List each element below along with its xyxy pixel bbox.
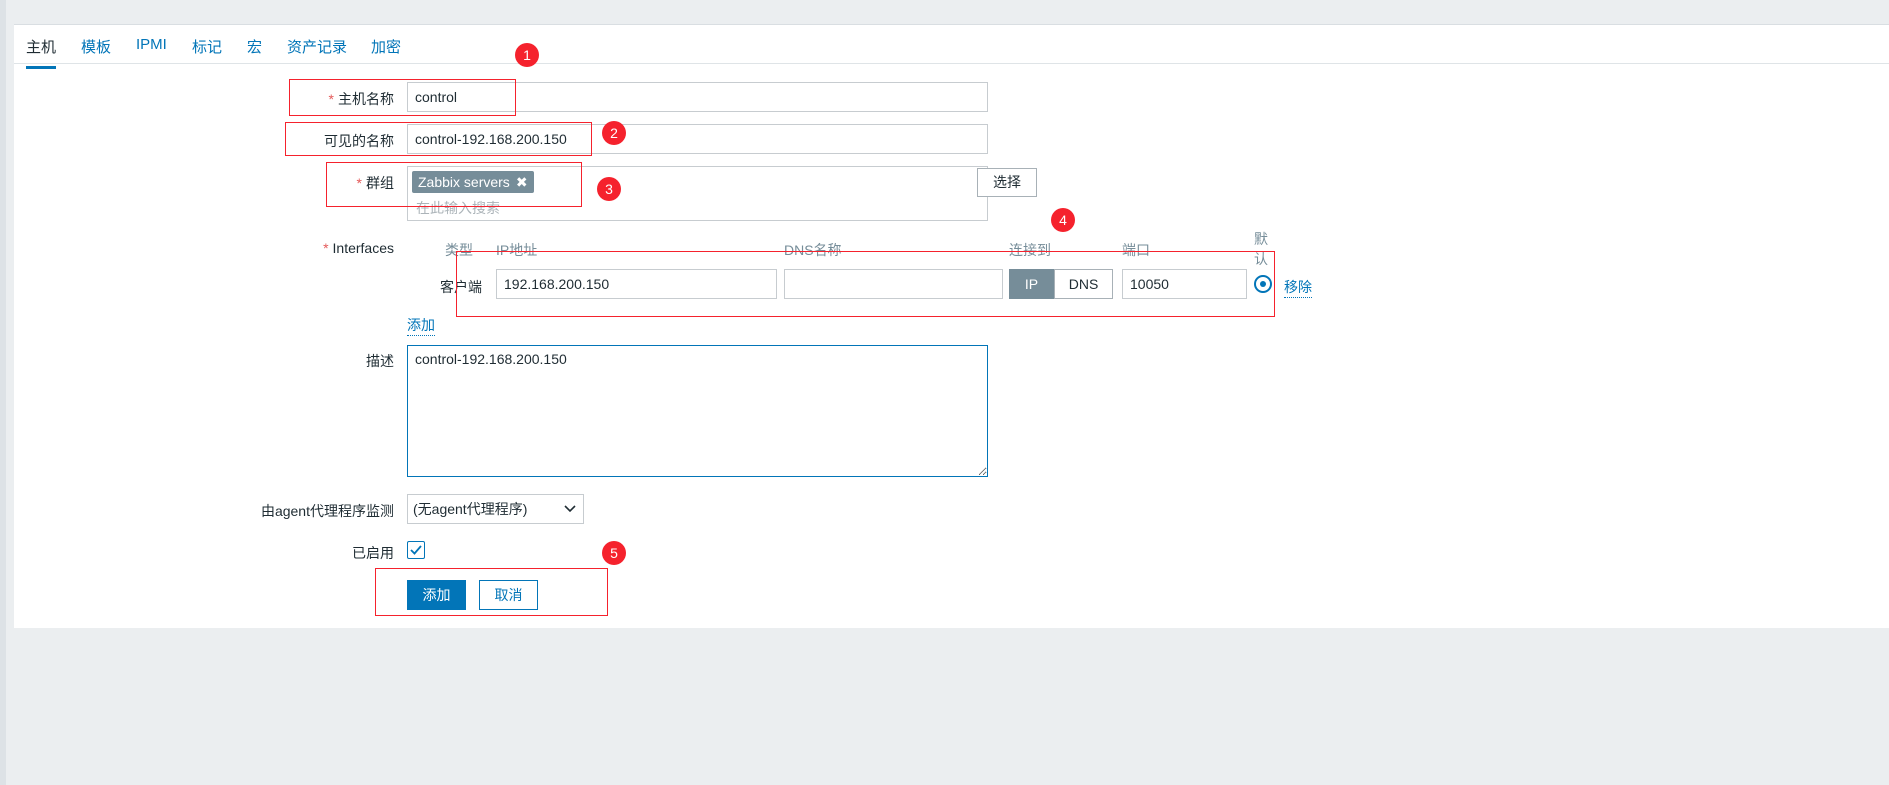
annotation-marker-4: 4 [1051,208,1075,232]
host-name-input[interactable] [407,82,988,112]
tab-tags[interactable]: 标记 [192,36,222,66]
groups-select-button[interactable]: 选择 [977,168,1037,197]
interfaces-header-default: 默认 [1254,231,1268,267]
enabled-label: 已启用 [352,545,394,561]
description-label: 描述 [366,353,394,369]
add-button[interactable]: 添加 [407,580,466,610]
interfaces-header-dns: DNS名称 [784,242,842,258]
host-name-label: * 主机名称 [328,91,394,107]
chip-remove-icon[interactable]: ✖ [516,174,528,190]
interface-remove-link[interactable]: 移除 [1284,277,1312,298]
annotation-marker-2: 2 [602,121,626,145]
groups-label: * 群组 [356,175,394,191]
cancel-button[interactable]: 取消 [479,580,538,610]
tab-bar: 主机 模板 IPMI 标记 宏 资产记录 加密 [14,25,1889,69]
tab-macros[interactable]: 宏 [247,36,262,66]
enabled-checkbox[interactable] [407,541,425,559]
interface-dns-input[interactable] [784,269,1003,299]
left-edge-strip [0,0,6,785]
tab-templates[interactable]: 模板 [81,36,111,66]
interfaces-header-type: 类型 [445,242,473,258]
proxy-select[interactable]: (无agent代理程序) [407,494,584,524]
connect-ip-toggle[interactable]: IP [1009,269,1054,299]
group-chip: Zabbix servers ✖ [412,171,534,193]
interface-port-input[interactable] [1122,269,1247,299]
proxy-label: 由agent代理程序监测 [260,503,394,519]
chevron-down-icon [564,495,576,532]
visible-name-input[interactable] [407,124,988,154]
interfaces-header-ip: IP地址 [496,242,538,258]
proxy-select-value: (无agent代理程序) [413,501,528,517]
interface-ip-input[interactable] [496,269,777,299]
groups-multiselect[interactable]: Zabbix servers ✖ 在此输入搜索 [407,166,988,221]
interface-add-link[interactable]: 添加 [407,315,435,336]
annotation-marker-5: 5 [602,541,626,565]
interface-type-label: 客户端 [440,279,482,295]
groups-search-placeholder: 在此输入搜索 [416,200,500,216]
tab-host[interactable]: 主机 [26,36,57,69]
check-icon [410,545,422,555]
annotation-marker-1: 1 [515,43,539,67]
host-form-panel: 主机 模板 IPMI 标记 宏 资产记录 加密 *主机名称 可见的名称 *群组 … [14,24,1889,628]
tab-inventory[interactable]: 资产记录 [287,36,347,66]
tab-encryption[interactable]: 加密 [371,36,401,66]
interfaces-label: * Interfaces [323,240,394,256]
interfaces-header-port: 端口 [1122,242,1150,258]
visible-name-label: 可见的名称 [324,133,394,149]
interfaces-header-connect: 连接到 [1009,242,1051,258]
default-interface-radio[interactable] [1254,275,1272,293]
tab-ipmi[interactable]: IPMI [136,36,167,62]
annotation-marker-3: 3 [597,177,621,201]
description-textarea[interactable]: control-192.168.200.150 [407,345,988,477]
connect-dns-toggle[interactable]: DNS [1054,269,1113,299]
